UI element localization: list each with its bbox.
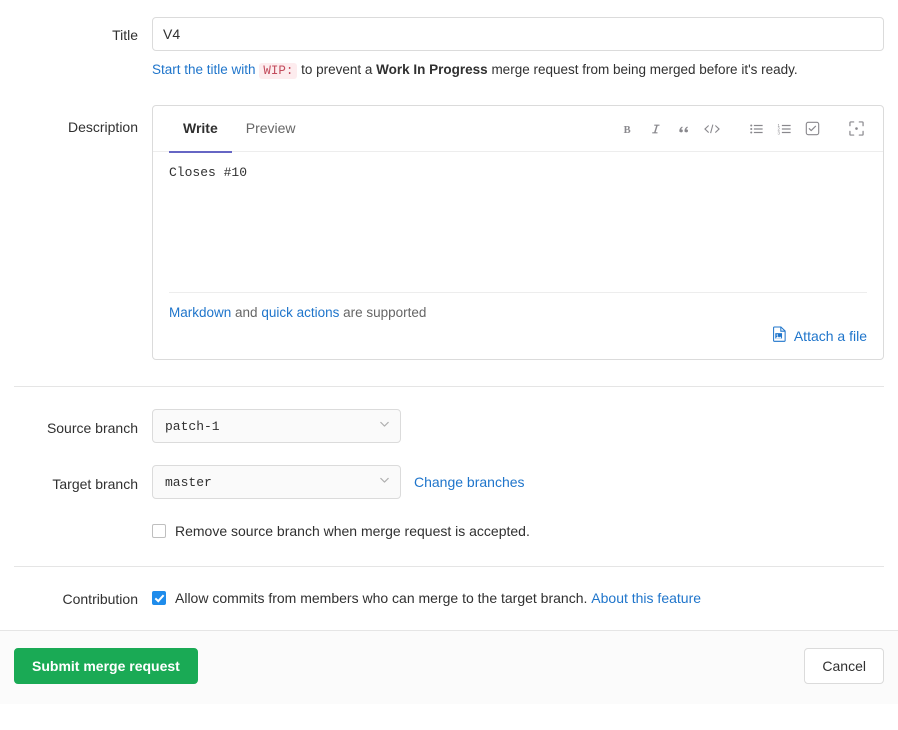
- title-hint-middle: to prevent a: [297, 62, 377, 77]
- source-branch-label: Source branch: [46, 420, 138, 436]
- contribution-body: Allow commits from members who can merge…: [152, 589, 898, 607]
- markdown-header: Write Preview B 1 2 3: [153, 106, 883, 153]
- allow-commits-label: Allow commits from members who can merge…: [175, 590, 588, 606]
- svg-text:B: B: [624, 124, 631, 135]
- description-body: Write Preview B 1 2 3 Closes #10 Markdow…: [152, 105, 898, 360]
- chevron-down-icon: [379, 475, 390, 490]
- supported-text: are supported: [339, 305, 427, 320]
- markdown-link[interactable]: Markdown: [169, 305, 231, 320]
- title-hint-bold: Work In Progress: [376, 62, 488, 77]
- wip-code-badge: WIP:: [259, 63, 298, 79]
- allow-commits-text: Allow commits from members who can merge…: [175, 589, 701, 607]
- tab-write[interactable]: Write: [169, 106, 232, 153]
- remove-source-branch-row[interactable]: Remove source branch when merge request …: [152, 522, 884, 540]
- target-branch-row: Target branch master Change branches Rem…: [0, 443, 898, 540]
- description-textarea[interactable]: Closes #10: [153, 152, 883, 292]
- description-row: Description Write Preview B 1 2 3 Closes…: [0, 81, 898, 360]
- form-actions: Submit merge request Cancel: [0, 630, 898, 704]
- title-row: Title Start the title with WIP: to preve…: [0, 0, 898, 81]
- source-branch-value: patch-1: [165, 418, 220, 434]
- fullscreen-icon[interactable]: [843, 116, 869, 142]
- change-branches-link[interactable]: Change branches: [414, 474, 525, 490]
- italic-icon[interactable]: [643, 116, 669, 142]
- allow-commits-checkbox[interactable]: [152, 591, 166, 605]
- and-text: and: [231, 305, 262, 320]
- about-this-feature-link[interactable]: About this feature: [591, 590, 701, 606]
- quote-icon[interactable]: [671, 116, 697, 142]
- file-image-icon: [772, 326, 787, 345]
- quick-actions-link[interactable]: quick actions: [261, 305, 339, 320]
- description-label: Description: [67, 119, 138, 135]
- merge-request-form: Title Start the title with WIP: to preve…: [0, 0, 898, 704]
- contribution-row: Contribution Allow commits from members …: [0, 567, 898, 609]
- markdown-support-text: Markdown and quick actions are supported: [169, 305, 867, 320]
- source-branch-line: patch-1: [152, 409, 884, 443]
- attach-file-label: Attach a file: [793, 327, 867, 344]
- title-hint-tail: merge request from being merged before i…: [487, 62, 798, 77]
- title-input[interactable]: [152, 17, 884, 51]
- remove-source-branch-label: Remove source branch when merge request …: [175, 523, 530, 539]
- markdown-tabs: Write Preview: [153, 106, 310, 153]
- title-hint: Start the title with WIP: to prevent a W…: [152, 60, 884, 81]
- cancel-button[interactable]: Cancel: [804, 648, 884, 684]
- submit-merge-request-button[interactable]: Submit merge request: [14, 648, 198, 684]
- remove-source-branch-wrap: Remove source branch when merge request …: [152, 499, 884, 540]
- markdown-editor: Write Preview B 1 2 3 Closes #10 Markdow…: [152, 105, 884, 360]
- target-branch-body: master Change branches Remove source bra…: [152, 465, 898, 540]
- wip-hint-link[interactable]: Start the title with: [152, 62, 256, 77]
- target-branch-line: master Change branches: [152, 465, 884, 499]
- bullet-list-icon[interactable]: [743, 116, 769, 142]
- title-label: Title: [112, 27, 138, 43]
- source-branch-row: Source branch patch-1: [0, 387, 898, 443]
- code-icon[interactable]: [699, 116, 725, 142]
- attach-file-button[interactable]: Attach a file: [772, 326, 867, 345]
- markdown-footer: Markdown and quick actions are supported: [153, 293, 883, 359]
- source-branch-select[interactable]: patch-1: [152, 409, 401, 443]
- target-branch-label: Target branch: [52, 476, 138, 492]
- title-body: Start the title with WIP: to prevent a W…: [152, 17, 898, 81]
- allow-commits-row[interactable]: Allow commits from members who can merge…: [152, 589, 884, 607]
- attach-row: Attach a file: [169, 326, 867, 345]
- contribution-label: Contribution: [62, 591, 139, 607]
- source-branch-body: patch-1: [152, 409, 898, 443]
- numbered-list-icon[interactable]: 1 2 3: [771, 116, 797, 142]
- markdown-toolbar: B 1 2 3: [615, 116, 869, 142]
- target-branch-select[interactable]: master: [152, 465, 401, 499]
- task-list-icon[interactable]: [799, 116, 825, 142]
- bold-icon[interactable]: B: [615, 116, 641, 142]
- svg-text:3: 3: [777, 130, 780, 135]
- target-branch-value: master: [165, 474, 212, 490]
- remove-source-branch-checkbox[interactable]: [152, 524, 166, 538]
- chevron-down-icon: [379, 419, 390, 434]
- tab-preview[interactable]: Preview: [232, 106, 310, 153]
